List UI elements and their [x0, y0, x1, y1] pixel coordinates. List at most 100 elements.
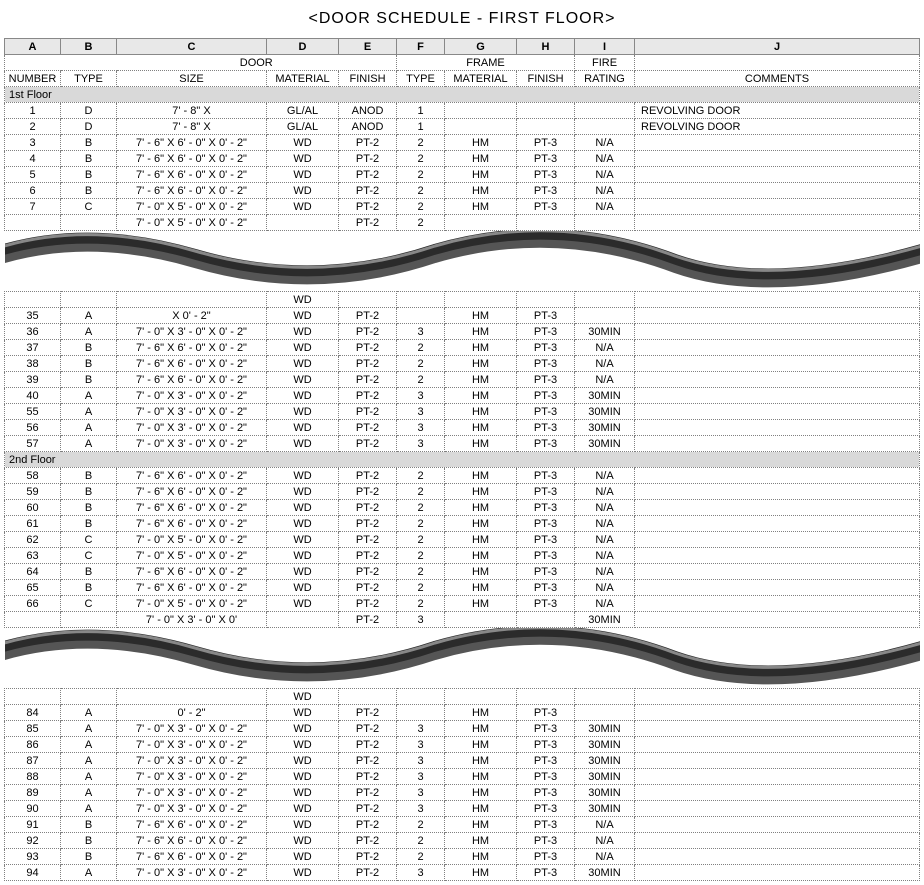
cell-finish: PT-2 — [339, 199, 397, 215]
cell-frame-type: 3 — [397, 404, 445, 420]
cell-type: B — [61, 183, 117, 199]
cell-comments — [635, 167, 920, 183]
table-row: WD — [5, 292, 920, 308]
cell-finish: ANOD — [339, 103, 397, 119]
cell-frame-material — [445, 292, 517, 308]
cell-rating: 30MIN — [575, 324, 635, 340]
page-break-wave — [5, 628, 920, 689]
cell-comments — [635, 292, 920, 308]
cell-material: WD — [267, 769, 339, 785]
table-row: 87A7' - 0" X 3' - 0" X 0' - 2"WDPT-23HMP… — [5, 753, 920, 769]
cell-material: WD — [267, 753, 339, 769]
cell-frame-type: 2 — [397, 215, 445, 231]
table-row: 59B7' - 6" X 6' - 0" X 0' - 2"WDPT-22HMP… — [5, 484, 920, 500]
cell-rating: 30MIN — [575, 737, 635, 753]
cell-frame-type: 2 — [397, 548, 445, 564]
cell-finish: PT-2 — [339, 340, 397, 356]
cell-frame-material — [445, 215, 517, 231]
cell-frame-finish: PT-3 — [517, 404, 575, 420]
cell-rating: 30MIN — [575, 785, 635, 801]
cell-rating: N/A — [575, 199, 635, 215]
cell-number: 92 — [5, 833, 61, 849]
cell-comments — [635, 849, 920, 865]
cell-frame-material: HM — [445, 833, 517, 849]
cell-size — [117, 292, 267, 308]
header-6: MATERIAL — [445, 71, 517, 87]
cell-comments — [635, 548, 920, 564]
cell-material: WD — [267, 801, 339, 817]
cell-frame-material: HM — [445, 420, 517, 436]
cell-rating: 30MIN — [575, 420, 635, 436]
cell-size: 7' - 6" X 6' - 0" X 0' - 2" — [117, 500, 267, 516]
cell-frame-finish: PT-3 — [517, 785, 575, 801]
cell-type: B — [61, 516, 117, 532]
cell-finish: PT-2 — [339, 436, 397, 452]
cell-comments — [635, 436, 920, 452]
cell-material: WD — [267, 689, 339, 705]
cell-comments — [635, 785, 920, 801]
page-break-wave — [5, 231, 920, 292]
cell-comments — [635, 135, 920, 151]
cell-comments — [635, 612, 920, 628]
cell-number: 62 — [5, 532, 61, 548]
cell-type: C — [61, 548, 117, 564]
cell-frame-finish: PT-3 — [517, 737, 575, 753]
cell-comments: REVOLVING DOOR — [635, 103, 920, 119]
cell-rating: N/A — [575, 532, 635, 548]
cell-number: 6 — [5, 183, 61, 199]
cell-frame-material — [445, 612, 517, 628]
cell-frame-finish: PT-3 — [517, 468, 575, 484]
cell-number: 56 — [5, 420, 61, 436]
cell-type: B — [61, 356, 117, 372]
cell-rating: N/A — [575, 151, 635, 167]
cell-frame-type: 2 — [397, 532, 445, 548]
cell-frame-type: 2 — [397, 833, 445, 849]
cell-frame-finish: PT-3 — [517, 436, 575, 452]
cell-frame-finish: PT-3 — [517, 484, 575, 500]
cell-size: 7' - 0" X 3' - 0" X 0' - 2" — [117, 721, 267, 737]
cell-frame-finish — [517, 119, 575, 135]
cell-frame-type: 2 — [397, 596, 445, 612]
cell-size: 7' - 0" X 3' - 0" X 0' - 2" — [117, 865, 267, 881]
cell-frame-finish — [517, 292, 575, 308]
cell-frame-material: HM — [445, 769, 517, 785]
cell-rating — [575, 215, 635, 231]
cell-material: WD — [267, 308, 339, 324]
cell-frame-type: 2 — [397, 849, 445, 865]
cell-number: 87 — [5, 753, 61, 769]
cell-frame-finish: PT-3 — [517, 151, 575, 167]
cell-material: WD — [267, 705, 339, 721]
cell-frame-finish: PT-3 — [517, 721, 575, 737]
cell-type: A — [61, 865, 117, 881]
cell-rating: N/A — [575, 484, 635, 500]
cell-comments — [635, 833, 920, 849]
cell-rating: N/A — [575, 596, 635, 612]
col-letter: G — [445, 39, 517, 55]
table-row: 62C7' - 0" X 5' - 0" X 0' - 2"WDPT-22HMP… — [5, 532, 920, 548]
table-row: 86A7' - 0" X 3' - 0" X 0' - 2"WDPT-23HMP… — [5, 737, 920, 753]
cell-comments — [635, 484, 920, 500]
cell-frame-material: HM — [445, 865, 517, 881]
col-letter: A — [5, 39, 61, 55]
cell-size: 7' - 0" X 5' - 0" X 0' - 2" — [117, 199, 267, 215]
table-row: 55A7' - 0" X 3' - 0" X 0' - 2"WDPT-23HMP… — [5, 404, 920, 420]
cell-finish: PT-2 — [339, 548, 397, 564]
cell-frame-type: 3 — [397, 737, 445, 753]
cell-finish: PT-2 — [339, 532, 397, 548]
page-title: <DOOR SCHEDULE - FIRST FLOOR> — [4, 4, 920, 38]
cell-frame-material: HM — [445, 151, 517, 167]
cell-type: C — [61, 199, 117, 215]
cell-frame-material: HM — [445, 388, 517, 404]
cell-frame-finish: PT-3 — [517, 849, 575, 865]
cell-comments — [635, 580, 920, 596]
cell-number: 90 — [5, 801, 61, 817]
cell-finish: PT-2 — [339, 183, 397, 199]
cell-frame-finish: PT-3 — [517, 167, 575, 183]
cell-frame-type: 1 — [397, 103, 445, 119]
cell-number: 58 — [5, 468, 61, 484]
cell-finish: PT-2 — [339, 612, 397, 628]
cell-number: 89 — [5, 785, 61, 801]
cell-rating: 30MIN — [575, 801, 635, 817]
table-row: 39B7' - 6" X 6' - 0" X 0' - 2"WDPT-22HMP… — [5, 372, 920, 388]
cell-finish: PT-2 — [339, 420, 397, 436]
